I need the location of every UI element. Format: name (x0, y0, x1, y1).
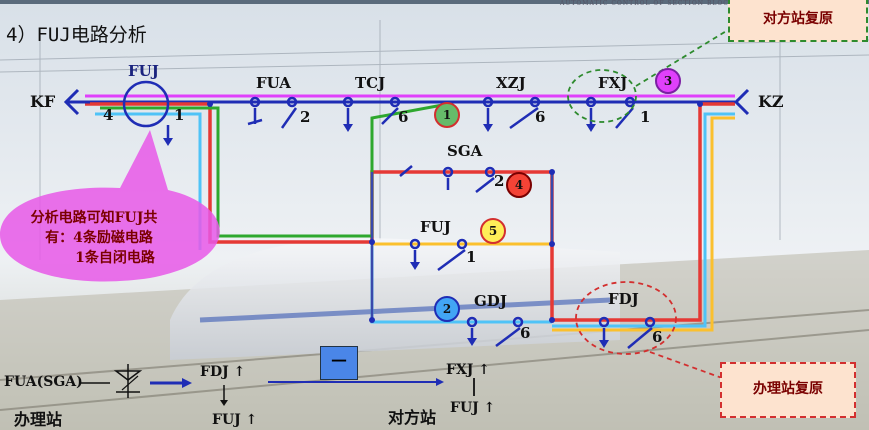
circuit-marker-2: 2 (434, 296, 460, 322)
label-gdj: GDJ (474, 292, 507, 310)
seq-remote-station: 对方站 (388, 408, 437, 427)
label-fuj-coil: FUJ (128, 62, 159, 80)
label-fuj-contact: FUJ (420, 218, 451, 236)
callout-remote-station-reset: 对方站复原 (728, 0, 868, 42)
num-fxj: 1 (640, 108, 651, 126)
num-xzj: 6 (535, 108, 546, 126)
wire-cyan-right (552, 112, 735, 328)
num-fuj-right: 1 (174, 106, 185, 124)
num-fdj: 6 (652, 328, 663, 346)
num-fua: 2 (300, 108, 311, 126)
note-line-1: 分析电路可知FUJ共 (30, 210, 158, 226)
seq-local-station: 办理站 (14, 410, 63, 429)
seq-fdj-up: FDJ ↑ (200, 364, 246, 380)
num-gdj: 6 (520, 324, 531, 342)
arrow-icon (436, 378, 444, 386)
label-tcj: TCJ (355, 74, 386, 92)
num-sga: 2 (494, 172, 505, 190)
circuit-marker-4: 4 (506, 172, 532, 198)
num-fuj-mid: 1 (466, 248, 477, 266)
label-fxj: FXJ (598, 74, 628, 92)
circuit-marker-1: 1 (434, 102, 460, 128)
circuit-marker-5: 5 (480, 218, 506, 244)
kz-arrow-icon (733, 88, 750, 116)
label-sga: SGA (447, 142, 483, 160)
diagram-stage: AUTOMATIC CONTROL OF SECTION BLOCKING 4）… (0, 0, 869, 430)
callout-local-station-reset: 办理站复原 (720, 362, 856, 418)
sequence-box: — (320, 346, 358, 380)
label-fdj: FDJ (608, 290, 639, 308)
seq-fxj-up: FXJ ↑ (446, 362, 491, 378)
note-line-2: 有：4条励磁电路 (45, 230, 153, 246)
wire-yellow-right (552, 116, 735, 332)
circuit-marker-3: 3 (655, 68, 681, 94)
seq-fua-sga: FUA(SGA) (4, 374, 83, 390)
label-fua: FUA (256, 74, 291, 92)
note-line-3: 1条自闭电路 (75, 250, 155, 266)
label-kz: KZ (758, 92, 784, 111)
seq-fuj-up-left: FUJ ↑ (212, 412, 258, 428)
label-xzj: XZJ (496, 74, 526, 92)
label-kf: KF (30, 92, 56, 111)
num-tcj: 6 (398, 108, 409, 126)
arrow-icon (182, 378, 192, 388)
num-fuj-left: 4 (103, 106, 114, 124)
wire-cyan-mid (370, 246, 552, 324)
seq-fuj-up-right: FUJ ↑ (450, 400, 496, 416)
